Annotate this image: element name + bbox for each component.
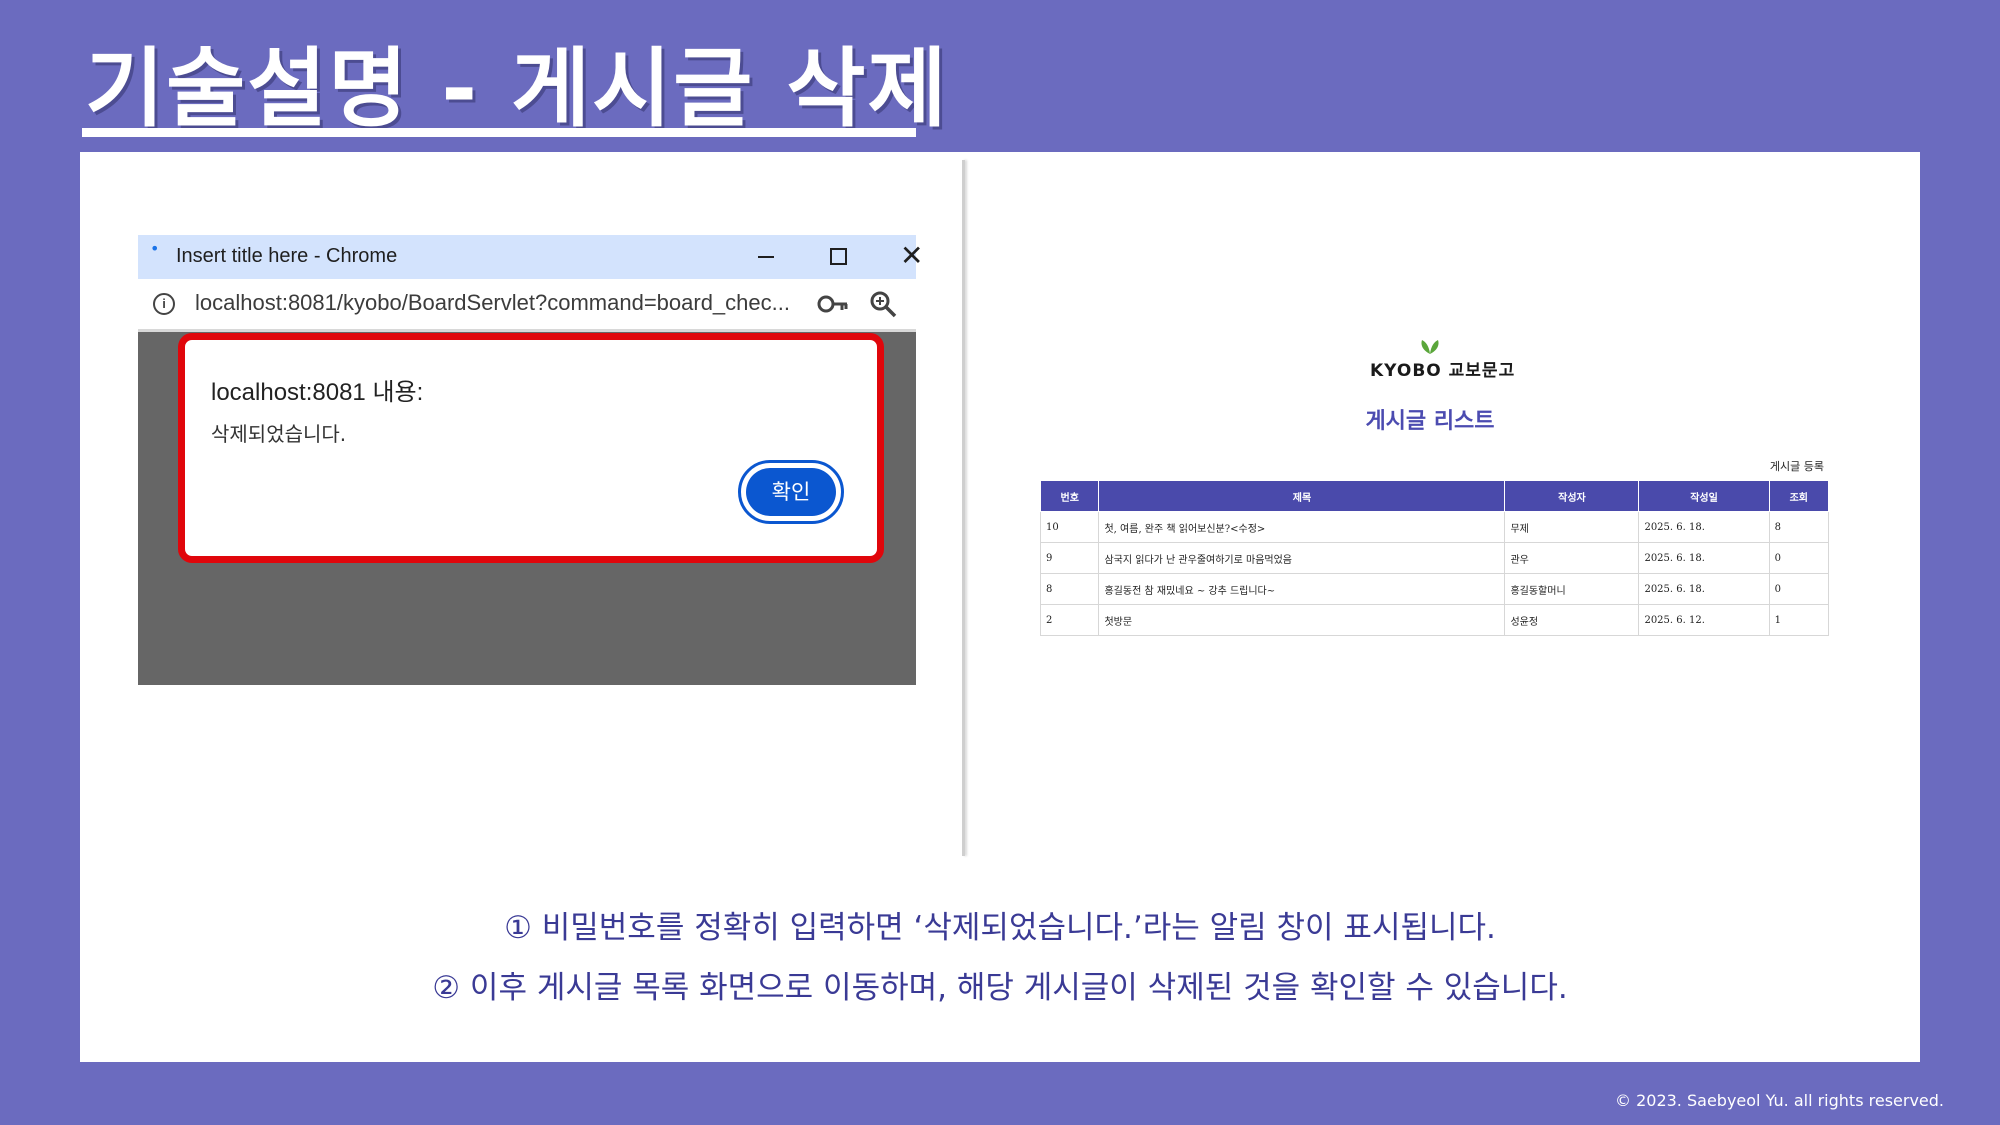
info-icon[interactable]: i <box>153 293 175 315</box>
title-underline <box>82 128 916 137</box>
maximize-icon <box>830 248 847 265</box>
board-title: 게시글 리스트 <box>1365 409 1495 434</box>
alert-message: 삭제되었습니다. <box>211 422 347 446</box>
board-table: 번호 제목 작성자 작성일 조회 10 첫, 여름, 완주 책 읽어보신분?<수… <box>1039 480 1830 636</box>
key-icon[interactable] <box>816 289 850 319</box>
table-row[interactable]: 8 홍길동전 참 재밌네요 ~ 강추 드립니다~ 홍길동할머니 2025. 6.… <box>1039 573 1830 605</box>
url-text[interactable]: localhost:8081/kyobo/BoardServlet?comman… <box>195 290 790 316</box>
post-number: 10 <box>1039 511 1100 543</box>
column-header: 조회 <box>1768 480 1830 512</box>
confirm-focus-ring: 확인 <box>738 460 844 524</box>
close-button[interactable]: ✕ <box>882 235 938 279</box>
post-author: 홍길동할머니 <box>1504 573 1640 605</box>
write-post-link[interactable]: 게시글 등록 <box>1760 458 1824 474</box>
chrome-popup-window: • Insert title here - Chrome ✕ i localho… <box>138 235 923 685</box>
table-row[interactable]: 10 첫, 여름, 완주 책 읽어보신분?<수정> 무제 2025. 6. 18… <box>1039 511 1830 543</box>
kyobo-logo: KYOBO 교보문고 <box>1360 335 1514 385</box>
column-header: 작성자 <box>1504 480 1640 512</box>
favicon-icon: • <box>150 239 160 258</box>
copyright-notice: © 2023. Saebyeol Yu. all rights reserved… <box>1615 1091 1944 1110</box>
maximize-button[interactable] <box>810 235 866 279</box>
post-views: 1 <box>1768 604 1830 636</box>
post-title[interactable]: 첫방문 <box>1098 604 1506 636</box>
post-views: 0 <box>1768 573 1830 605</box>
zoom-icon[interactable] <box>868 289 898 319</box>
post-date: 2025. 6. 18. <box>1638 573 1770 605</box>
post-views: 0 <box>1768 542 1830 574</box>
post-number: 9 <box>1039 542 1100 574</box>
post-title[interactable]: 홍길동전 참 재밌네요 ~ 강추 드립니다~ <box>1098 573 1506 605</box>
close-icon: ✕ <box>900 239 924 272</box>
post-title[interactable]: 첫, 여름, 완주 책 읽어보신분?<수정> <box>1098 511 1506 543</box>
column-header: 제목 <box>1098 480 1506 512</box>
popup-titlebar: • Insert title here - Chrome ✕ <box>138 235 923 279</box>
leaf-icon <box>1421 340 1439 354</box>
panel-divider <box>962 160 965 856</box>
address-bar[interactable]: i localhost:8081/kyobo/BoardServlet?comm… <box>138 279 916 332</box>
post-author: 성윤정 <box>1504 604 1640 636</box>
post-date: 2025. 6. 18. <box>1638 542 1770 574</box>
slide-title: 기술설명 - 게시글 삭제 <box>85 39 949 139</box>
table-row[interactable]: 2 첫방문 성윤정 2025. 6. 12. 1 <box>1039 604 1830 636</box>
description-step-2: ② 이후 게시글 목록 화면으로 이동하며, 해당 게시글이 삭제된 것을 확인… <box>432 970 1568 1006</box>
column-header: 작성일 <box>1638 480 1770 512</box>
post-number: 8 <box>1039 573 1100 605</box>
column-header: 번호 <box>1039 480 1100 512</box>
logo-text: KYOBO 교보문고 <box>1370 361 1516 381</box>
confirm-button[interactable]: 확인 <box>746 468 836 516</box>
alert-heading: localhost:8081 내용: <box>211 379 424 406</box>
post-date: 2025. 6. 12. <box>1638 604 1770 636</box>
description-step-1: ① 비밀번호를 정확히 입력하면 ‘삭제되었습니다.’라는 알림 창이 표시됩니… <box>504 910 1496 946</box>
post-author: 관우 <box>1504 542 1640 574</box>
table-header-row: 번호 제목 작성자 작성일 조회 <box>1039 480 1830 512</box>
post-views: 8 <box>1768 511 1830 543</box>
minimize-icon <box>758 256 774 258</box>
popup-window-title: Insert title here - Chrome <box>176 245 398 267</box>
post-number: 2 <box>1039 604 1100 636</box>
post-author: 무제 <box>1504 511 1640 543</box>
minimize-button[interactable] <box>738 235 794 279</box>
post-title[interactable]: 삼국지 읽다가 난 관우줄여하기로 마음먹었음 <box>1098 542 1506 574</box>
alert-dialog: localhost:8081 내용: 삭제되었습니다. 확인 <box>178 333 884 563</box>
table-row[interactable]: 9 삼국지 읽다가 난 관우줄여하기로 마음먹었음 관우 2025. 6. 18… <box>1039 542 1830 574</box>
post-date: 2025. 6. 18. <box>1638 511 1770 543</box>
